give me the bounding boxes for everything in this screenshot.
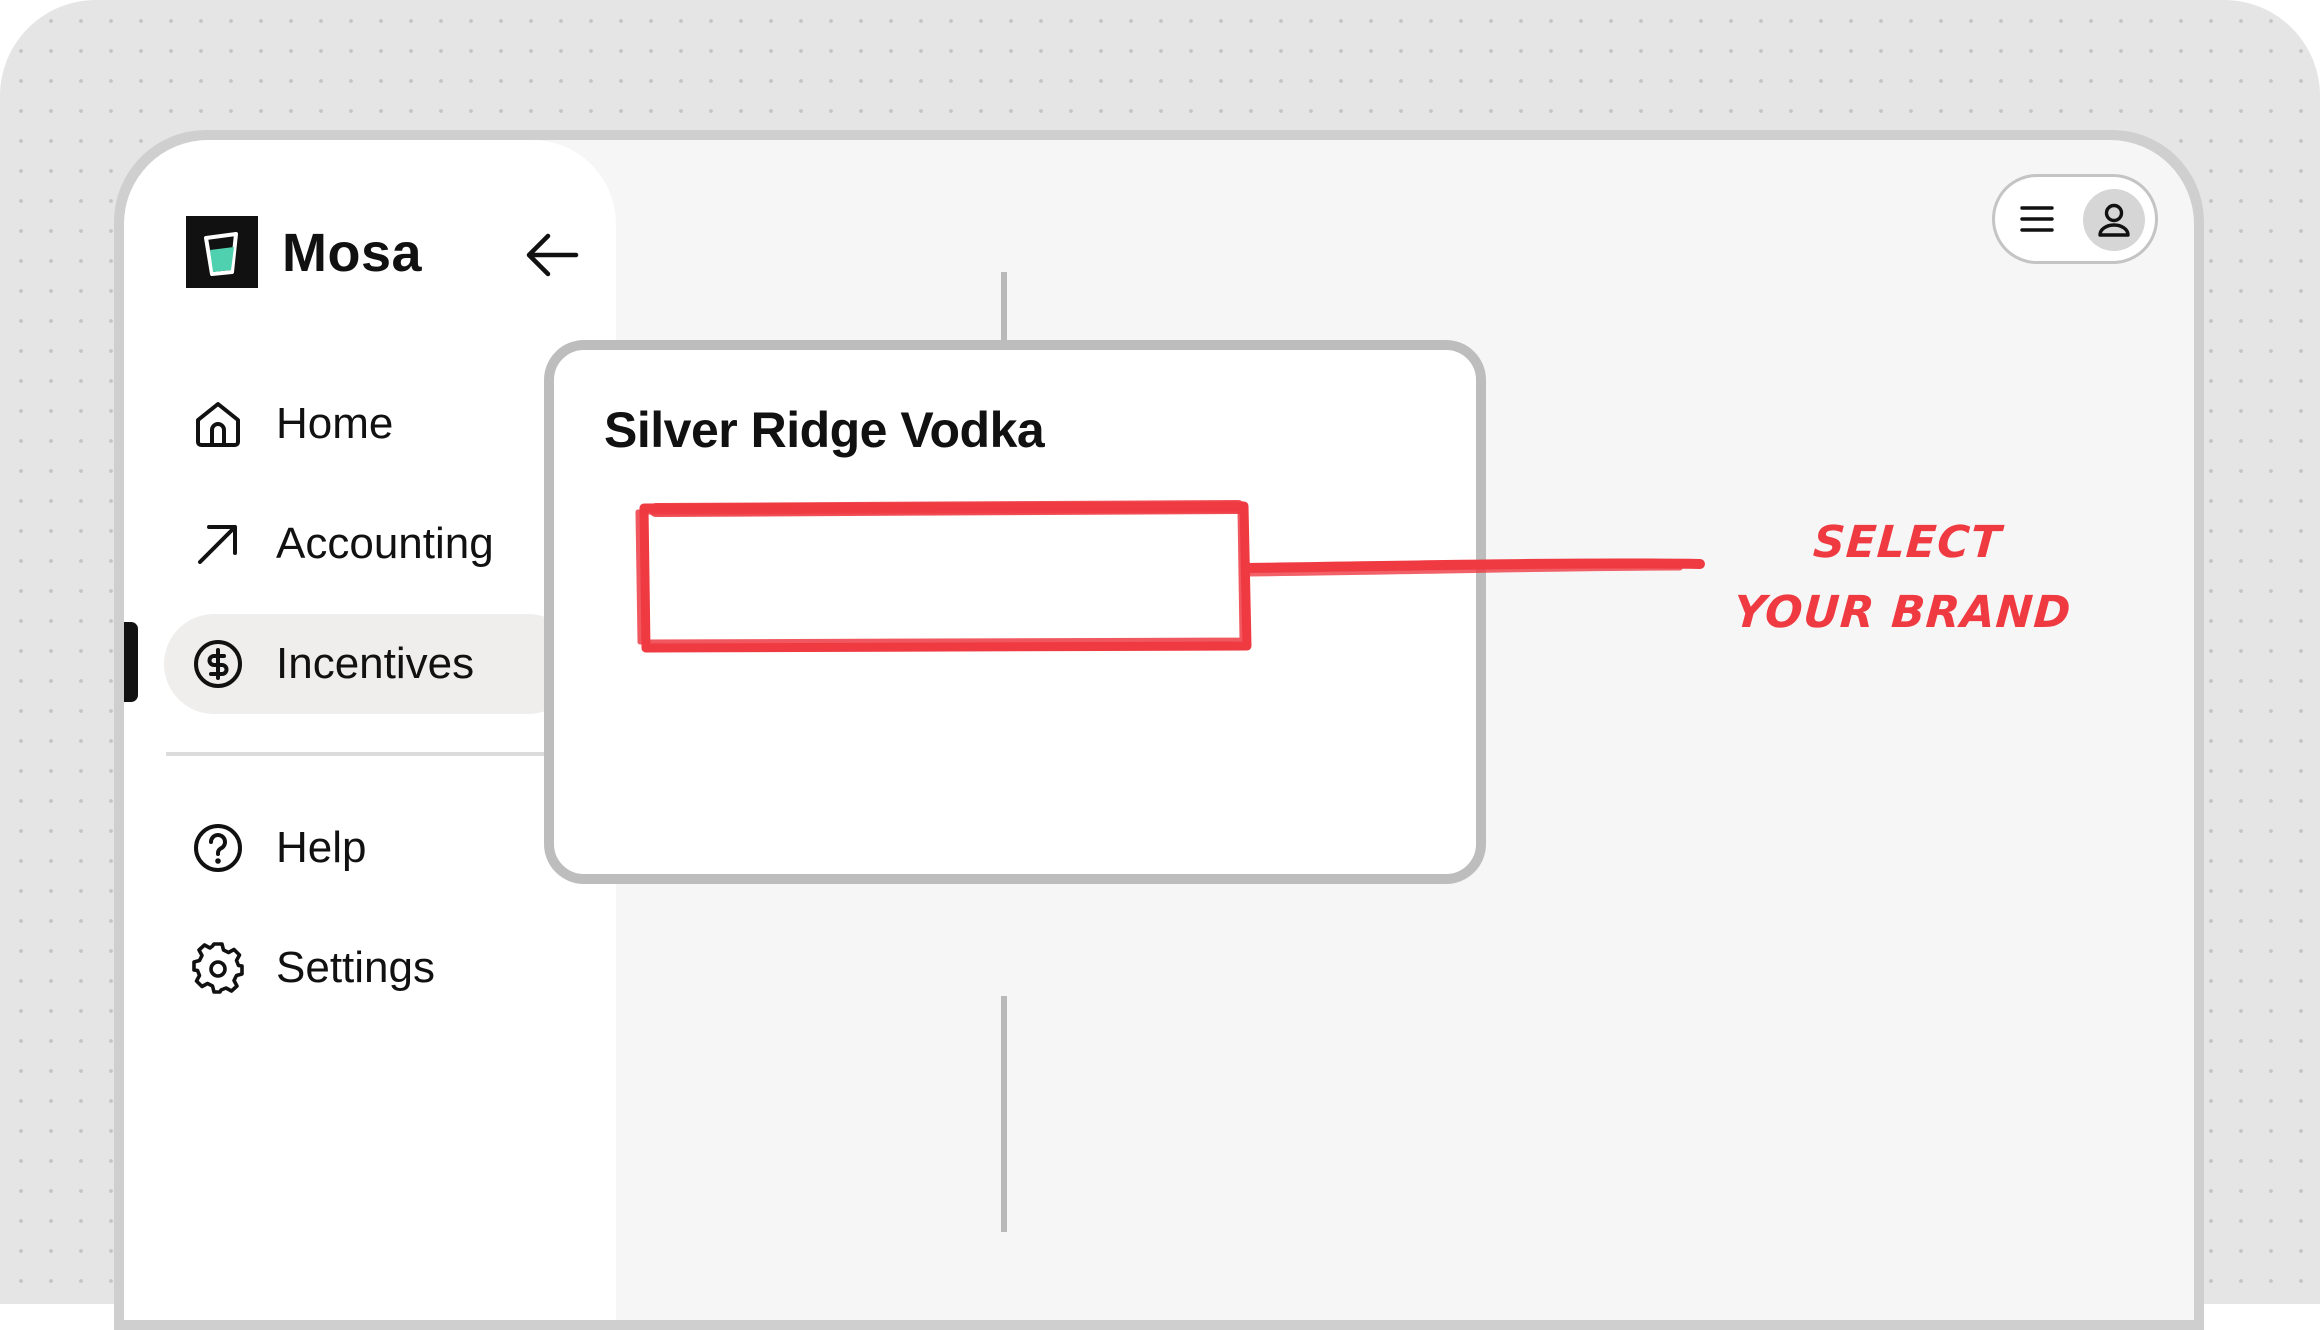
top-right-controls <box>1992 174 2158 264</box>
sidebar-item-label: Settings <box>276 943 435 992</box>
sidebar-item-label: Incentives <box>276 639 475 688</box>
sidebar-item-incentives[interactable]: Incentives <box>164 614 578 714</box>
mosa-logo-icon <box>186 216 258 288</box>
gear-icon <box>192 942 244 994</box>
sidebar: Mosa Home Accounting Incentives Help Set… <box>124 140 616 1320</box>
arrow-up-right-icon <box>198 525 237 564</box>
user-icon <box>2098 203 2130 237</box>
collapse-sidebar-button[interactable] <box>522 224 584 286</box>
sidebar-item-label: Accounting <box>276 519 494 568</box>
sidebar-item-accounting[interactable]: Accounting <box>164 494 578 594</box>
active-indicator <box>124 622 138 702</box>
home-icon <box>196 402 240 447</box>
brand-option-label: Silver Ridge Vodka <box>604 402 1045 458</box>
dollar-circle-icon <box>194 640 242 688</box>
avatar[interactable] <box>2083 189 2145 251</box>
annotation-label: SELECT YOUR BRAND <box>1732 517 2074 638</box>
app-name: Mosa <box>282 223 423 283</box>
sidebar-item-settings[interactable]: Settings <box>164 918 578 1018</box>
sidebar-item-label: Help <box>276 823 367 872</box>
connector-line-bottom <box>1001 996 1007 1232</box>
sidebar-item-label: Home <box>276 399 394 448</box>
hamburger-menu-icon[interactable] <box>2017 199 2057 239</box>
sidebar-item-help[interactable]: Help <box>164 798 578 898</box>
help-circle-icon <box>194 824 242 872</box>
sidebar-divider <box>166 752 566 756</box>
